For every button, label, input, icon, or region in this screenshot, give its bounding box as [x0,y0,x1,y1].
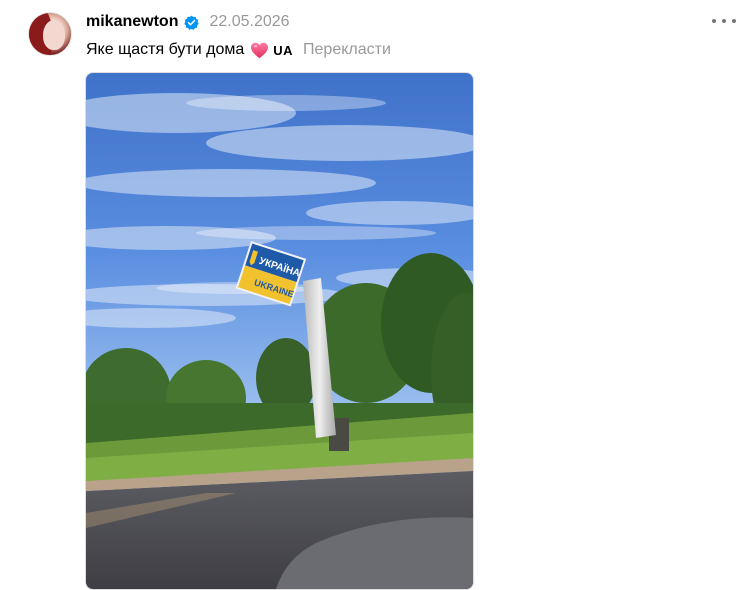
translate-link[interactable]: Перекласти [303,41,391,59]
post-photo[interactable]: УКРАЇНА UKRAINE [85,72,474,590]
avatar-face [43,20,65,50]
photo-scene: УКРАЇНА UKRAINE [86,73,473,589]
post-caption: Яке щастя бути дома UA Перекласти [86,39,391,61]
avatar[interactable] [28,12,72,56]
verified-badge-icon [184,15,200,30]
more-dot [732,19,736,23]
post-header: mikanewton 22.05.2026 [86,11,290,33]
post-date[interactable]: 22.05.2026 [209,13,289,31]
caption-text: Яке щастя бути дома [86,41,245,58]
heart-emoji-icon [251,42,269,58]
more-options-icon[interactable] [712,13,736,29]
more-dot [712,19,716,23]
username[interactable]: mikanewton [86,13,178,31]
more-dot [722,19,726,23]
flag-text: UA [273,42,294,58]
